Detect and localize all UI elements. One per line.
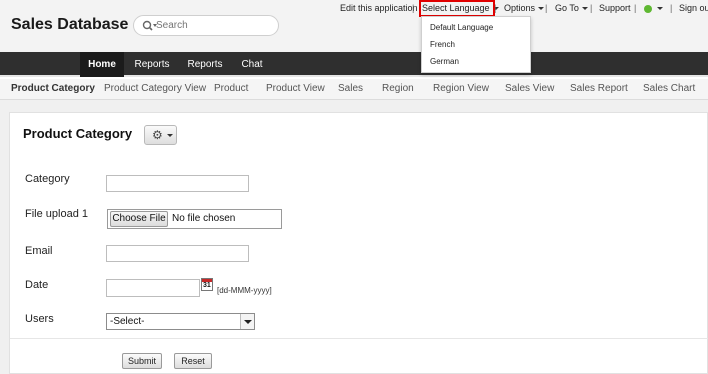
email-field[interactable] — [106, 245, 249, 262]
app-title: Sales Database — [11, 16, 129, 33]
language-option-french[interactable]: French — [430, 40, 455, 49]
separator: | — [670, 3, 673, 13]
support-link[interactable]: Support — [599, 3, 631, 13]
language-highlight-box — [419, 0, 495, 17]
gear-icon: ⚙ — [152, 128, 163, 142]
file-upload-label: File upload 1 — [25, 208, 88, 220]
main-nav: Home Reports Reports Chat — [0, 52, 708, 77]
tab-product-category[interactable]: Product Category — [11, 83, 95, 94]
tab-sales[interactable]: Sales — [338, 83, 363, 94]
nav-chat[interactable]: Chat — [234, 52, 270, 77]
chevron-down-icon — [240, 314, 254, 329]
tab-region[interactable]: Region — [382, 83, 414, 94]
tab-sales-view[interactable]: Sales View — [505, 83, 554, 94]
submit-button[interactable]: Submit — [122, 353, 162, 369]
options-label: Options — [504, 3, 536, 13]
calendar-icon-day: 31 — [203, 282, 211, 289]
tab-sales-chart[interactable]: Sales Chart — [643, 83, 695, 94]
form-settings-button[interactable]: ⚙ — [144, 125, 177, 145]
separator: | — [590, 3, 593, 13]
goto-link[interactable]: Go To — [555, 3, 588, 13]
date-format-hint: [dd-MMM-yyyy] — [217, 286, 272, 295]
form-panel: Product Category ⚙ Category File upload … — [9, 112, 708, 374]
sub-tabs: Product Category Product Category View P… — [0, 79, 708, 100]
content-area: Product Category ⚙ Category File upload … — [0, 100, 708, 374]
tab-region-view[interactable]: Region View — [433, 83, 489, 94]
account-menu[interactable] — [644, 3, 663, 13]
separator: | — [545, 3, 548, 13]
language-option-default[interactable]: Default Language — [430, 23, 493, 32]
category-label: Category — [25, 173, 70, 185]
choose-file-button[interactable]: Choose File — [110, 211, 168, 227]
separator: | — [412, 3, 415, 13]
separator: | — [634, 3, 637, 13]
tab-product-view[interactable]: Product View — [266, 83, 325, 94]
email-label: Email — [25, 245, 53, 257]
category-input[interactable] — [106, 175, 249, 192]
calendar-icon[interactable]: 31 — [201, 278, 213, 291]
signout-link[interactable]: Sign out — [679, 3, 708, 13]
user-status-icon — [644, 4, 652, 13]
search-input[interactable] — [156, 18, 274, 33]
language-dropdown-menu: Default Language French German — [421, 16, 531, 73]
file-upload-field: Choose File No file chosen — [107, 209, 282, 229]
app-header: Sales Database Edit this application | S… — [0, 0, 708, 52]
date-label: Date — [25, 279, 49, 291]
date-field[interactable] — [106, 279, 200, 297]
nav-home[interactable]: Home — [80, 52, 124, 77]
users-select[interactable]: -Select- — [106, 313, 255, 330]
chevron-down-icon — [538, 7, 545, 11]
chevron-down-icon — [657, 7, 663, 11]
tab-product-category-view[interactable]: Product Category View — [104, 83, 206, 94]
file-status-text: No file chosen — [172, 213, 236, 224]
nav-reports[interactable]: Reports — [129, 52, 175, 77]
search-box[interactable] — [133, 15, 279, 36]
form-title: Product Category — [23, 126, 133, 141]
tab-product[interactable]: Product — [214, 83, 248, 94]
options-link[interactable]: Options — [504, 3, 545, 13]
divider — [10, 338, 708, 339]
nav-reports-2[interactable]: Reports — [182, 52, 228, 77]
language-option-german[interactable]: German — [430, 57, 459, 66]
edit-app-link[interactable]: Edit this application — [340, 3, 418, 13]
chevron-down-icon — [167, 134, 173, 137]
users-select-value: -Select- — [110, 316, 145, 327]
goto-label: Go To — [555, 3, 579, 13]
reset-button[interactable]: Reset — [174, 353, 212, 369]
tab-sales-report[interactable]: Sales Report — [570, 83, 628, 94]
users-label: Users — [25, 313, 54, 325]
chevron-down-icon — [581, 7, 588, 11]
